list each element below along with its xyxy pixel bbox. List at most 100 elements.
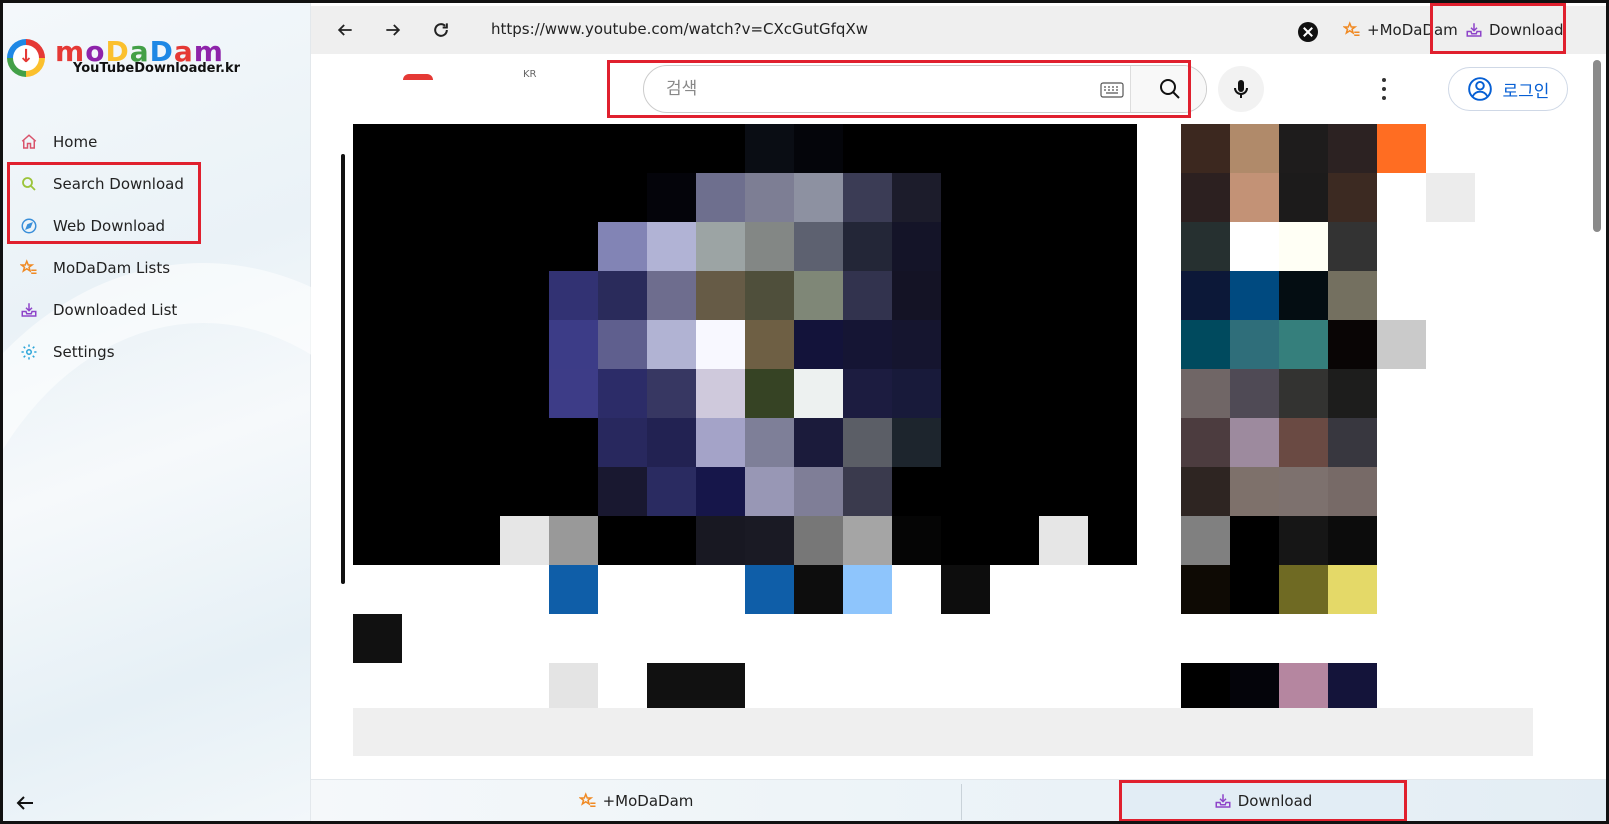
pixel-cell — [745, 418, 794, 467]
player-edge — [341, 154, 345, 584]
pixel-cell — [500, 320, 549, 369]
star-list-icon — [1343, 21, 1360, 36]
top-download-button[interactable]: Download — [1465, 21, 1564, 39]
back-arrow-icon[interactable] — [321, 6, 369, 54]
pixel-cell — [1279, 467, 1328, 516]
url-field[interactable]: https://www.youtube.com/watch?v=CXcGutGf… — [491, 20, 868, 38]
sidebar-item-label: Downloaded List — [53, 301, 178, 319]
sidebar-item-modadam-lists[interactable]: MoDaDam Lists — [3, 247, 311, 289]
pixel-cell — [451, 173, 500, 222]
pixel-cell — [1377, 320, 1426, 369]
pixel-cell — [1181, 173, 1230, 222]
pixel-cell — [843, 418, 892, 467]
pixelated-recommendations[interactable] — [1181, 124, 1475, 761]
pixel-cell — [451, 614, 500, 663]
search-input[interactable] — [644, 66, 1126, 112]
pixel-cell — [990, 663, 1039, 712]
app-logo[interactable]: ↓ moDaDam YouTubeDownloader.kr — [7, 35, 240, 81]
pixel-cell — [500, 516, 549, 565]
pixel-cell — [1328, 663, 1377, 712]
scrollbar[interactable] — [1593, 60, 1601, 232]
pixel-cell — [598, 663, 647, 712]
pixel-cell — [1181, 124, 1230, 173]
reload-icon[interactable] — [417, 6, 465, 54]
pixel-cell — [941, 320, 990, 369]
pixel-cell — [1279, 516, 1328, 565]
pixel-cell — [549, 320, 598, 369]
pixel-cell — [647, 467, 696, 516]
pixel-cell — [1279, 418, 1328, 467]
pixel-cell — [500, 467, 549, 516]
pixel-cell — [598, 271, 647, 320]
pixel-cell — [941, 614, 990, 663]
add-modadam-label: +MoDaDam — [1367, 21, 1458, 39]
voice-search-button[interactable] — [1218, 66, 1264, 112]
pixel-cell — [990, 467, 1039, 516]
pixel-cell — [402, 418, 451, 467]
pixel-cell — [794, 565, 843, 614]
add-modadam-button[interactable]: +MoDaDam — [1343, 21, 1458, 39]
pixelated-video-player[interactable] — [353, 124, 1137, 761]
pixel-cell — [745, 663, 794, 712]
youtube-logo[interactable] — [403, 74, 433, 80]
pixel-cell — [843, 565, 892, 614]
pixel-cell — [1328, 369, 1377, 418]
pixel-cell — [892, 173, 941, 222]
more-options-icon[interactable] — [1381, 76, 1387, 102]
pixel-cell — [598, 614, 647, 663]
pixel-cell — [941, 418, 990, 467]
sidebar-item-downloaded-list[interactable]: Downloaded List — [3, 289, 311, 331]
sidebar-item-web-download[interactable]: Web Download — [3, 205, 311, 247]
pixel-cell — [794, 271, 843, 320]
pixel-cell — [500, 565, 549, 614]
pixel-cell — [1377, 467, 1426, 516]
login-button[interactable]: 로그인 — [1448, 67, 1568, 111]
pixel-cell — [549, 467, 598, 516]
sidebar-item-home[interactable]: Home — [3, 121, 311, 163]
pixel-cell — [794, 222, 843, 271]
star-list-icon — [19, 258, 39, 278]
pixel-cell — [696, 614, 745, 663]
pixel-cell — [892, 369, 941, 418]
arrow-left-icon[interactable] — [13, 791, 37, 815]
keyboard-icon[interactable] — [1100, 82, 1124, 98]
pixel-cell — [1088, 614, 1137, 663]
close-icon[interactable] — [1298, 22, 1318, 42]
address-bar: https://www.youtube.com/watch?v=CXcGutGf… — [311, 6, 1606, 54]
sidebar-item-label: Home — [53, 133, 98, 151]
pixel-cell — [1426, 369, 1475, 418]
pixel-cell — [794, 516, 843, 565]
pixel-cell — [647, 516, 696, 565]
pixel-cell — [402, 271, 451, 320]
pixel-cell — [1230, 516, 1279, 565]
pixel-cell — [1039, 222, 1088, 271]
bottom-add-modadam-button[interactable]: +MoDaDam — [311, 780, 961, 821]
pixel-cell — [1279, 173, 1328, 222]
sidebar-item-settings[interactable]: Settings — [3, 331, 311, 373]
pixel-cell — [1328, 320, 1377, 369]
pixel-cell — [696, 271, 745, 320]
pixel-cell — [745, 369, 794, 418]
pixel-cell — [549, 516, 598, 565]
pixel-cell — [745, 124, 794, 173]
pixel-cell — [1039, 467, 1088, 516]
search-button[interactable] — [1130, 66, 1206, 112]
pixel-cell — [451, 516, 500, 565]
bottom-download-button[interactable]: Download — [1121, 780, 1405, 821]
pixel-cell — [941, 369, 990, 418]
pixel-cell — [745, 173, 794, 222]
pixel-cell — [1088, 320, 1137, 369]
sidebar-item-label: Search Download — [53, 175, 184, 193]
forward-arrow-icon[interactable] — [369, 6, 417, 54]
home-icon — [19, 132, 39, 152]
pixel-cell — [696, 516, 745, 565]
pixel-cell — [1088, 418, 1137, 467]
pixel-cell — [892, 222, 941, 271]
pixel-cell — [500, 614, 549, 663]
pixel-cell — [1377, 663, 1426, 712]
pixel-cell — [353, 467, 402, 516]
pixel-cell — [990, 418, 1039, 467]
sidebar-item-search-download[interactable]: Search Download — [3, 163, 311, 205]
pixel-cell — [353, 320, 402, 369]
search-icon — [19, 174, 39, 194]
